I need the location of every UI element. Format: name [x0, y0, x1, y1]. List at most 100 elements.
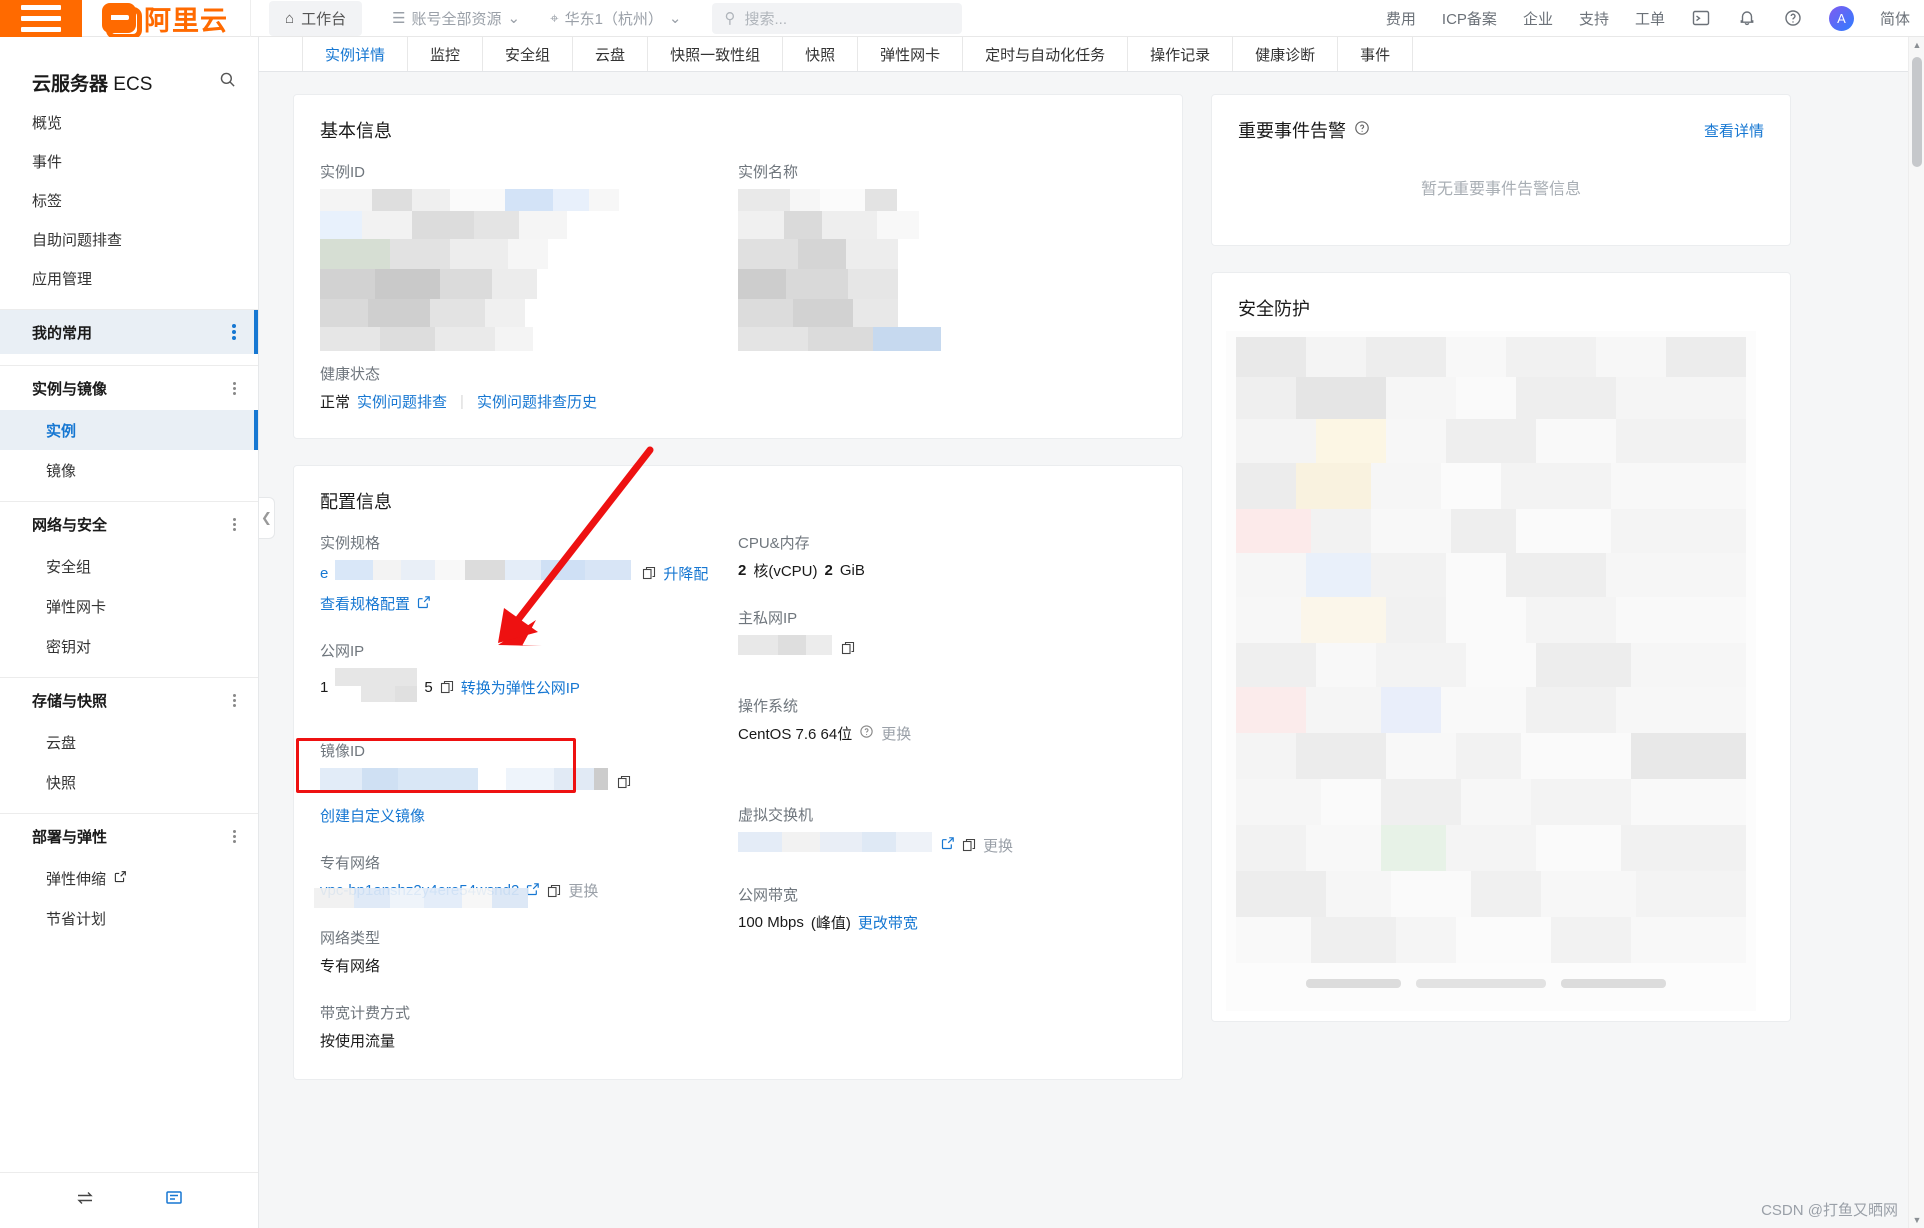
tab-snapshots[interactable]: 快照 — [783, 37, 858, 71]
swap-icon[interactable] — [74, 1187, 96, 1214]
tab-disks[interactable]: 云盘 — [573, 37, 648, 71]
page-scrollbar[interactable]: ▲ ▼ — [1908, 37, 1924, 1228]
tab-instance-details[interactable]: 实例详情 — [303, 37, 408, 71]
redacted-vpc-overlay — [314, 888, 544, 914]
resource-selector[interactable]: ☰ 账号全部资源 ⌄ — [392, 8, 520, 29]
sidebar-collapse-button[interactable]: ❮ — [259, 497, 275, 539]
page-scrollbar-thumb[interactable] — [1912, 57, 1922, 167]
redacted-image-id — [320, 768, 610, 796]
search-icon[interactable] — [219, 71, 236, 93]
copy-icon[interactable] — [440, 680, 454, 694]
sidebar-item-self-diagnosis[interactable]: 自助问题排查 — [0, 220, 258, 259]
region-selector[interactable]: ⌖ 华东1（杭州） ⌄ — [550, 8, 681, 29]
sidebar-item-images[interactable]: 镜像 — [0, 450, 258, 490]
location-pin-icon: ⌖ — [550, 10, 558, 27]
sidebar-group-network-security[interactable]: 网络与安全 — [0, 502, 258, 546]
more-options-icon[interactable] — [233, 382, 236, 395]
instance-diagnosis-link[interactable]: 实例问题排查 — [357, 391, 447, 412]
workbench-button[interactable]: ⌂ 工作台 — [269, 1, 362, 36]
sidebar-group-instances-images[interactable]: 实例与镜像 — [0, 366, 258, 410]
more-options-icon[interactable] — [233, 518, 236, 531]
help-circle-icon[interactable] — [1783, 8, 1803, 28]
topbar-item-fee[interactable]: 费用 — [1386, 8, 1416, 29]
topbar-item-icp[interactable]: ICP备案 — [1442, 8, 1497, 29]
chevron-down-icon: ⌄ — [669, 9, 682, 27]
sidebar-item-disks[interactable]: 云盘 — [0, 722, 258, 762]
tab-events[interactable]: 事件 — [1338, 37, 1413, 71]
feedback-icon[interactable] — [163, 1187, 185, 1214]
config-right-column: CPU&内存 2核(vCPU) 2GiB 主私网IP — [738, 532, 1156, 1057]
scroll-up-icon[interactable]: ▲ — [1909, 37, 1924, 53]
field-vpc: 专有网络 vpc-bp1anshz2y4ere54wsnd2 — [320, 852, 738, 901]
language-selector[interactable]: 简体 — [1880, 8, 1910, 29]
hamburger-menu-button[interactable] — [0, 0, 82, 37]
view-spec-config-link[interactable]: 查看规格配置 — [320, 593, 410, 614]
copy-icon[interactable] — [962, 838, 976, 852]
tab-operation-logs[interactable]: 操作记录 — [1128, 37, 1233, 71]
os-change-link[interactable]: 更换 — [881, 723, 911, 744]
sidebar-item-tags[interactable]: 标签 — [0, 181, 258, 220]
topbar-item-enterprise[interactable]: 企业 — [1523, 8, 1553, 29]
instance-diagnosis-history-link[interactable]: 实例问题排查历史 — [477, 391, 597, 412]
create-custom-image-link[interactable]: 创建自定义镜像 — [320, 805, 425, 826]
create-custom-image-row: 创建自定义镜像 — [320, 805, 738, 826]
memory-size: 2 — [825, 562, 833, 579]
sidebar-item-security-groups[interactable]: 安全组 — [0, 546, 258, 586]
view-details-link[interactable]: 查看详情 — [1704, 120, 1764, 141]
cpu-memory-value: 2核(vCPU) 2GiB — [738, 560, 1156, 581]
network-type-value: 专有网络 — [320, 955, 738, 976]
topbar-item-ticket[interactable]: 工单 — [1635, 8, 1665, 29]
copy-icon[interactable] — [841, 641, 855, 655]
convert-to-eip-link[interactable]: 转换为弹性公网IP — [461, 677, 580, 698]
user-avatar[interactable]: A — [1829, 6, 1854, 31]
sidebar-group-deploy-elastic[interactable]: 部署与弹性 — [0, 814, 258, 858]
sidebar-item-key-pairs[interactable]: 密钥对 — [0, 626, 258, 666]
tab-enis[interactable]: 弹性网卡 — [858, 37, 963, 71]
tab-snapshot-consistency-group[interactable]: 快照一致性组 — [648, 37, 783, 71]
upgrade-downgrade-link[interactable]: 升降配 — [663, 563, 708, 584]
change-bandwidth-link[interactable]: 更改带宽 — [858, 912, 918, 933]
console-icon[interactable] — [1691, 8, 1711, 28]
tab-scheduled-automation-tasks[interactable]: 定时与自动化任务 — [963, 37, 1128, 71]
tab-health-diagnosis[interactable]: 健康诊断 — [1233, 37, 1338, 71]
bandwidth-amount: 100 Mbps — [738, 914, 804, 931]
field-vswitch: 虚拟交换机 — [738, 804, 1156, 858]
sidebar-item-enis[interactable]: 弹性网卡 — [0, 586, 258, 626]
health-status-value: 正常 — [320, 391, 350, 412]
copy-icon[interactable] — [642, 566, 656, 580]
topbar-item-support[interactable]: 支持 — [1579, 8, 1609, 29]
search-icon: ⚲ — [725, 9, 736, 27]
copy-icon[interactable] — [547, 884, 561, 898]
chevron-left-icon: ❮ — [261, 510, 272, 526]
sidebar-item-snapshots[interactable]: 快照 — [0, 762, 258, 802]
sidebar-group-my-favorites[interactable]: 我的常用 — [0, 310, 258, 354]
cpu-memory-label: CPU&内存 — [738, 532, 1156, 553]
more-options-icon[interactable] — [233, 694, 236, 707]
vpc-change-link[interactable]: 更换 — [568, 880, 598, 901]
sidebar-item-savings-plan[interactable]: 节省计划 — [0, 898, 258, 938]
brand-logo[interactable]: 阿里云 — [82, 0, 251, 37]
help-circle-icon[interactable] — [859, 724, 874, 743]
sidebar-item-overview[interactable]: 概览 — [0, 103, 258, 142]
external-link-icon[interactable] — [941, 836, 955, 854]
vswitch-change-link[interactable]: 更换 — [983, 835, 1013, 856]
copy-icon[interactable] — [617, 775, 631, 789]
tab-monitoring[interactable]: 监控 — [408, 37, 483, 71]
sidebar-item-app-management[interactable]: 应用管理 — [0, 259, 258, 298]
more-options-icon[interactable] — [232, 324, 236, 340]
chevron-down-icon: ⌄ — [508, 9, 521, 27]
product-name-suffix: ECS — [108, 74, 152, 95]
tab-security-groups[interactable]: 安全组 — [483, 37, 573, 71]
sidebar-item-events[interactable]: 事件 — [0, 142, 258, 181]
instance-spec-prefix[interactable]: e — [320, 565, 328, 582]
sidebar-item-instances[interactable]: 实例 — [0, 410, 258, 450]
help-circle-icon[interactable] — [1354, 120, 1370, 141]
sidebar-group-storage-snapshots[interactable]: 存储与快照 — [0, 678, 258, 722]
external-link-icon[interactable] — [417, 595, 431, 613]
global-search-input[interactable]: ⚲ 搜索... — [712, 3, 962, 34]
scroll-down-icon[interactable]: ▼ — [1909, 1212, 1924, 1228]
billing-method-value: 按使用流量 — [320, 1030, 738, 1051]
more-options-icon[interactable] — [233, 830, 236, 843]
bell-icon[interactable] — [1737, 8, 1757, 28]
sidebar-item-auto-scaling[interactable]: 弹性伸缩 — [0, 858, 258, 898]
